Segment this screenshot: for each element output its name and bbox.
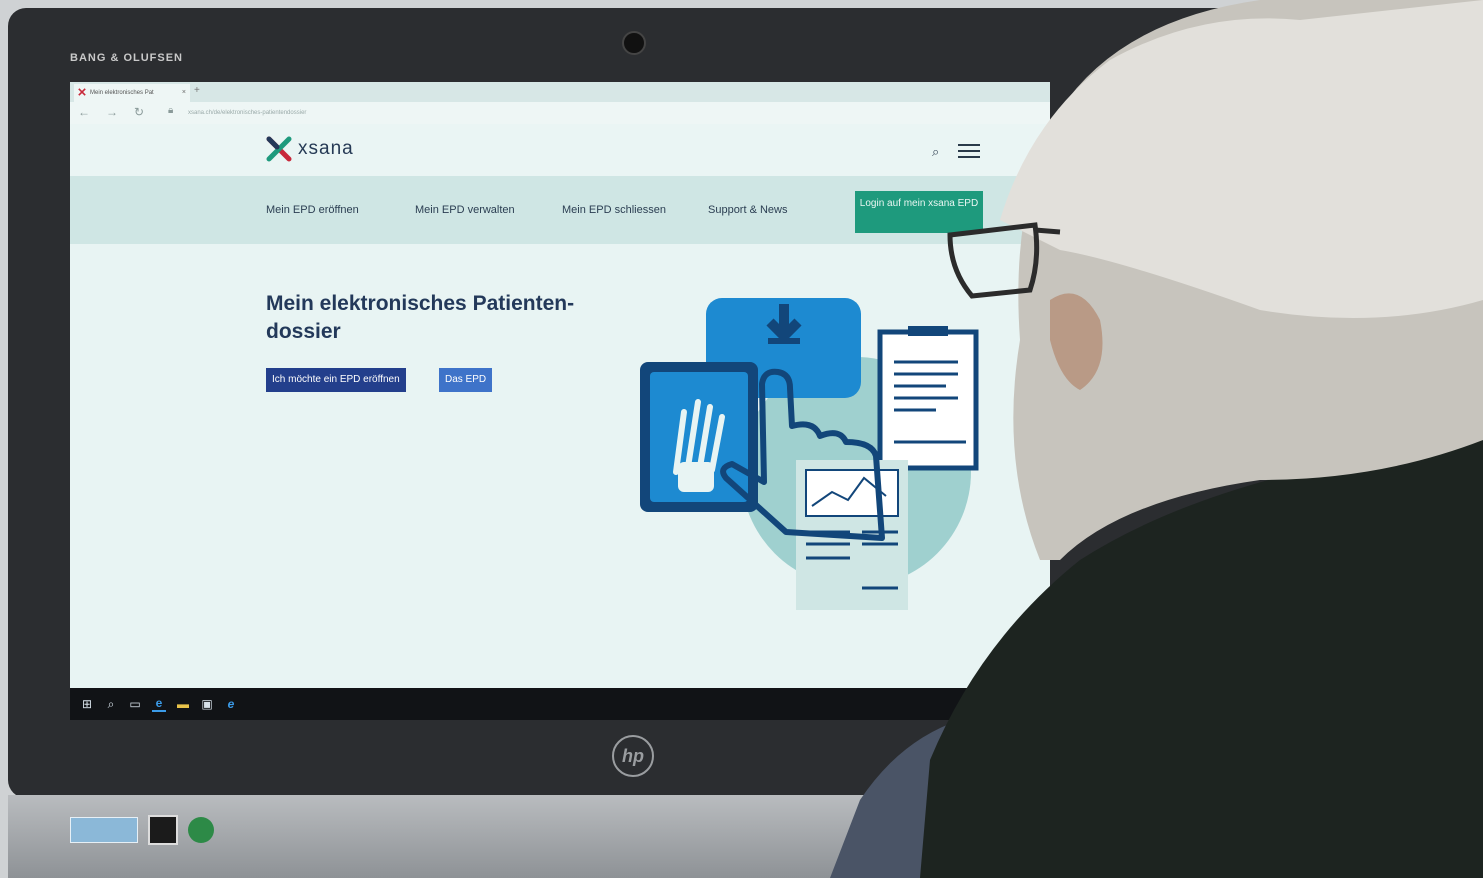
url-field[interactable]: xsana.ch/de/elektronisches-patientendoss… — [188, 107, 488, 119]
nav-item-open-epd[interactable]: Mein EPD eröffnen — [266, 204, 359, 216]
ie-icon[interactable]: e — [224, 697, 238, 711]
monitor-chin — [8, 795, 1478, 878]
lock-icon: 🔒︎ — [168, 105, 174, 116]
forward-icon[interactable]: → — [106, 105, 118, 119]
brand-label: BANG & OLUFSEN — [70, 52, 183, 64]
epd-illustration — [640, 298, 979, 610]
browser-tabbar: Mein elektronisches Pat × + — [70, 82, 1050, 102]
task-view-icon[interactable]: ▭ — [128, 697, 142, 711]
xsana-favicon-icon — [78, 88, 86, 96]
logo-text: xsana — [298, 138, 354, 159]
nav-item-close-epd[interactable]: Mein EPD schliessen — [562, 204, 666, 216]
site-header: xsana ⌕ — [70, 124, 1050, 176]
tab-close-icon[interactable]: × — [182, 84, 186, 102]
store-icon[interactable]: ▣ — [200, 697, 214, 711]
file-explorer-icon[interactable]: ▬ — [176, 697, 190, 711]
xsana-logo[interactable]: xsana — [266, 136, 354, 162]
webcam-icon — [622, 31, 646, 55]
refresh-icon[interactable]: ↻ — [134, 105, 144, 119]
about-epd-button[interactable]: Das EPD — [439, 368, 493, 392]
back-icon[interactable]: ← — [78, 105, 90, 119]
monitor-stickers — [70, 815, 214, 845]
xsana-logo-icon — [266, 136, 292, 162]
nav-item-support-news[interactable]: Support & News — [708, 204, 787, 216]
search-icon[interactable]: ⌕ — [932, 144, 939, 160]
search-icon[interactable]: ⌕ — [104, 697, 118, 711]
new-tab-button[interactable]: + — [194, 85, 200, 96]
hero-title: Mein elektronisches Patienten-dossier — [266, 292, 575, 343]
main-nav: Mein EPD eröffnen Mein EPD verwalten Mei… — [70, 176, 1050, 244]
sticker — [148, 815, 178, 845]
sticker — [70, 817, 138, 843]
windows-taskbar: ⊞ ⌕ ▭ e ▬ ▣ e — [70, 688, 1050, 720]
edge-icon[interactable]: e — [152, 696, 166, 712]
hp-logo: hp — [612, 735, 654, 777]
open-epd-button[interactable]: Ich möchte ein EPD eröffnen — [266, 368, 406, 392]
login-button[interactable]: Login auf mein xsana EPD — [855, 191, 983, 233]
sticker — [188, 817, 214, 843]
browser-tab[interactable]: Mein elektronisches Pat × — [74, 84, 190, 102]
browser-addressbar: ← → ↻ 🔒︎ xsana.ch/de/elektronisches-pati… — [70, 102, 1050, 125]
screen: Mein elektronisches Pat × + ← → ↻ 🔒︎ xsa… — [70, 82, 1050, 720]
windows-start-icon[interactable]: ⊞ — [80, 697, 94, 711]
tab-title: Mein elektronisches Pat — [90, 90, 154, 96]
nav-item-manage-epd[interactable]: Mein EPD verwalten — [415, 204, 515, 216]
hamburger-menu-icon[interactable] — [958, 144, 980, 158]
